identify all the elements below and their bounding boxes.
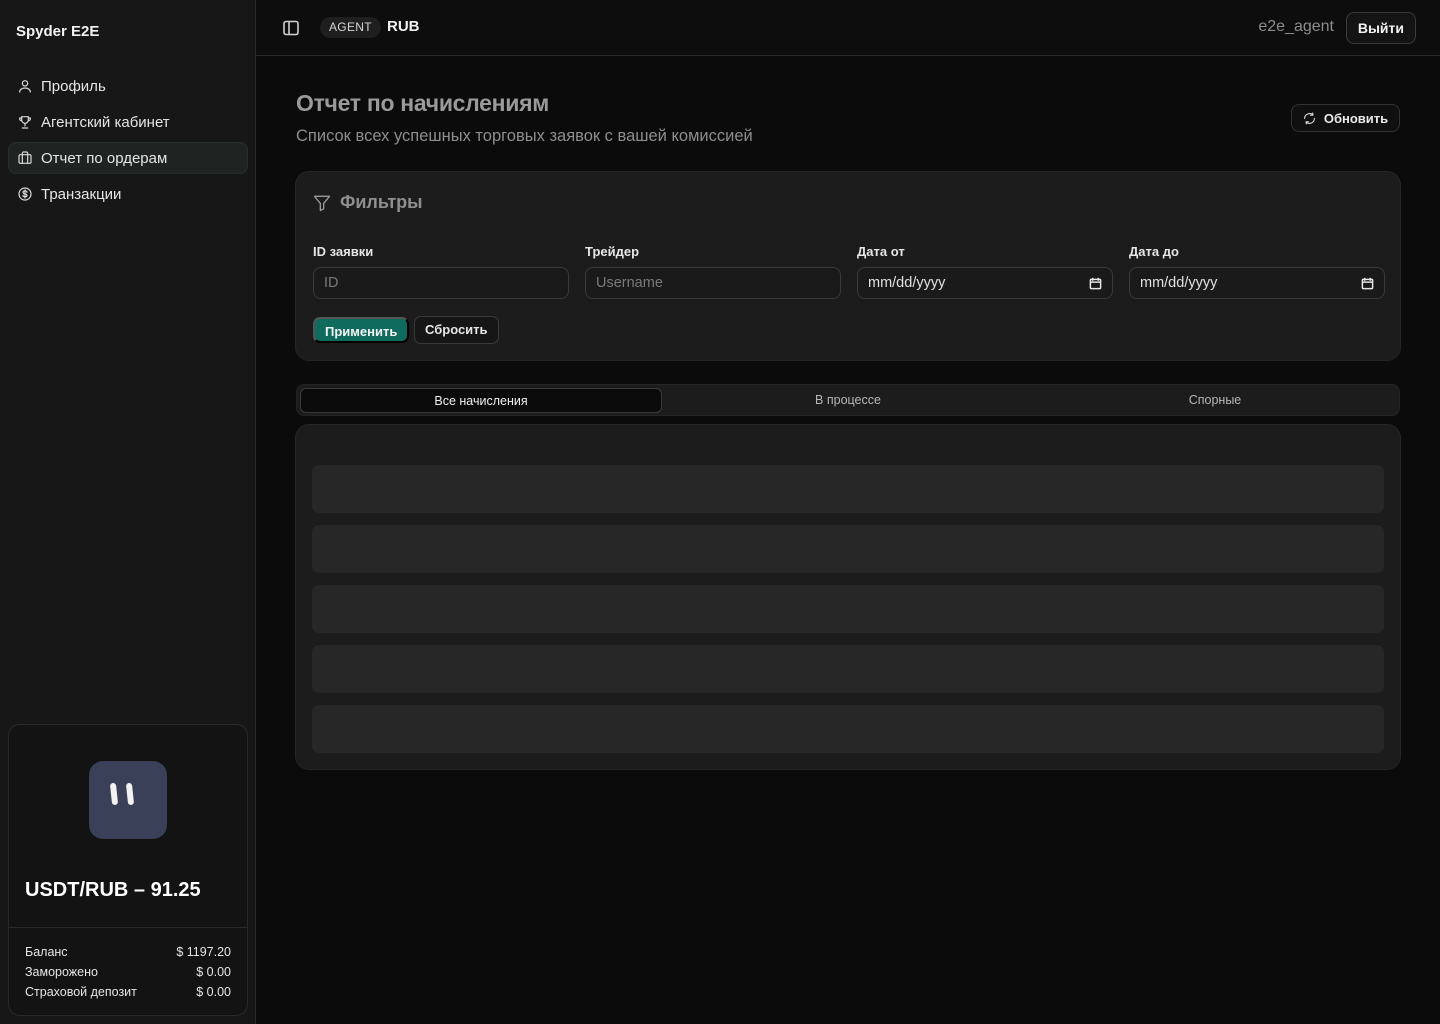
skeleton-row bbox=[312, 585, 1384, 633]
accruals-table-card bbox=[295, 424, 1401, 770]
rate-title: USDT/RUB – 91.25 bbox=[25, 879, 201, 901]
divider bbox=[9, 927, 247, 928]
filters-title: Фильтры bbox=[340, 192, 423, 212]
brand-title: Spyder E2E bbox=[16, 23, 100, 40]
trader-label: Трейдер bbox=[585, 244, 640, 259]
username: e2e_agent bbox=[1258, 18, 1334, 35]
sidebar-item-order-report[interactable]: Отчет по ордерам bbox=[8, 142, 248, 174]
deposit-label: Страховой депозит bbox=[25, 985, 137, 999]
sidebar-nav: Профиль Агентский кабинет Отчет по ордер… bbox=[8, 70, 248, 214]
date-to-input[interactable]: mm/dd/yyyy bbox=[1129, 267, 1385, 299]
tab-disputed[interactable]: Спорные bbox=[1034, 388, 1396, 413]
rate-card: USDT/RUB – 91.25 Баланс $ 1197.20 Заморо… bbox=[8, 724, 248, 1016]
date-from-label: Дата от bbox=[857, 244, 905, 259]
trader-field: Трейдер Username bbox=[585, 244, 841, 299]
skeleton-row bbox=[312, 705, 1384, 753]
deposit-value: $ 0.00 bbox=[196, 985, 231, 999]
refresh-icon bbox=[1303, 112, 1315, 124]
report-tabs: Все начисления В процессе Спорные bbox=[296, 384, 1400, 416]
sidebar-item-label: Транзакции bbox=[41, 185, 122, 203]
date-from-input[interactable]: mm/dd/yyyy bbox=[857, 267, 1113, 299]
deposit-row: Страховой депозит $ 0.00 bbox=[25, 985, 231, 999]
trophy-icon bbox=[18, 116, 32, 129]
date-to-value: mm/dd/yyyy bbox=[1140, 275, 1218, 291]
sidebar-item-agent-cabinet[interactable]: Агентский кабинет bbox=[8, 106, 248, 138]
sidebar-item-profile[interactable]: Профиль bbox=[8, 70, 248, 102]
page-title: Отчет по начислениям bbox=[296, 90, 549, 116]
refresh-button[interactable]: Обновить bbox=[1291, 104, 1400, 132]
sidebar-item-label: Агентский кабинет bbox=[41, 113, 170, 131]
filter-icon bbox=[313, 195, 331, 211]
sidebar-item-label: Профиль bbox=[41, 77, 106, 95]
frozen-label: Заморожено bbox=[25, 965, 98, 979]
balance-value: $ 1197.20 bbox=[176, 945, 231, 959]
skeleton-row bbox=[312, 645, 1384, 693]
order-id-field: ID заявки ID bbox=[313, 244, 569, 299]
refresh-label: Обновить bbox=[1323, 110, 1389, 126]
top-header: AGENT RUB e2e_agent Выйти bbox=[256, 0, 1440, 56]
calendar-icon[interactable] bbox=[1089, 277, 1102, 290]
sidebar: Spyder E2E Профиль Агентский кабинет Отч… bbox=[0, 0, 256, 1024]
skeleton-row bbox=[312, 465, 1384, 513]
balance-label: Баланс bbox=[25, 945, 68, 959]
reset-button[interactable]: Сбросить bbox=[414, 316, 499, 344]
date-from-value: mm/dd/yyyy bbox=[868, 275, 946, 291]
order-id-label: ID заявки bbox=[313, 244, 374, 259]
order-id-input[interactable]: ID bbox=[313, 267, 569, 299]
filters-card: Фильтры ID заявки ID Трейдер Username Да… bbox=[295, 171, 1401, 361]
mascot-avatar bbox=[89, 761, 167, 839]
sidebar-item-transactions[interactable]: Транзакции bbox=[8, 178, 248, 210]
role-badge: AGENT bbox=[320, 17, 381, 38]
date-to-label: Дата до bbox=[1129, 244, 1179, 259]
date-to-field: Дата до mm/dd/yyyy bbox=[1129, 244, 1385, 299]
skeleton-row bbox=[312, 525, 1384, 573]
trader-placeholder: Username bbox=[596, 275, 663, 291]
logout-button[interactable]: Выйти bbox=[1345, 12, 1416, 44]
frozen-row: Заморожено $ 0.00 bbox=[25, 965, 231, 979]
user-icon bbox=[19, 80, 31, 93]
briefcase-icon bbox=[18, 151, 32, 164]
date-from-field: Дата от mm/dd/yyyy bbox=[857, 244, 1113, 299]
sidebar-item-label: Отчет по ордерам bbox=[41, 149, 168, 167]
sidebar-toggle-icon[interactable] bbox=[282, 19, 300, 37]
dollar-circle-icon bbox=[18, 187, 32, 201]
trader-input[interactable]: Username bbox=[585, 267, 841, 299]
page-subtitle: Список всех успешных торговых заявок с в… bbox=[296, 127, 753, 145]
calendar-icon[interactable] bbox=[1361, 277, 1374, 290]
tab-in-progress[interactable]: В процессе bbox=[667, 388, 1029, 413]
apply-button[interactable]: Применить bbox=[313, 317, 410, 343]
balance-row: Баланс $ 1197.20 bbox=[25, 945, 231, 959]
currency-label: RUB bbox=[387, 18, 420, 35]
tab-all-accruals[interactable]: Все начисления bbox=[300, 388, 662, 413]
frozen-value: $ 0.00 bbox=[196, 965, 231, 979]
filters-header: Фильтры bbox=[312, 192, 423, 213]
order-id-placeholder: ID bbox=[324, 275, 339, 291]
